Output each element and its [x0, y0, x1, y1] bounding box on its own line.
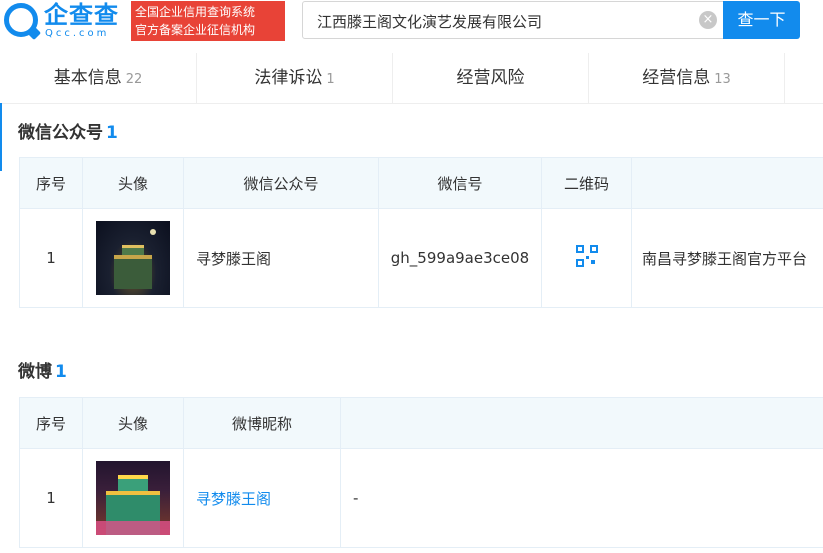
tab-count: 22 — [125, 72, 143, 87]
col-nickname: 微博昵称 — [183, 397, 341, 449]
tab-basic-info[interactable]: 基本信息 22 — [0, 53, 197, 103]
section-indicator — [0, 103, 2, 171]
nav-tabs: 基本信息 22 法律诉讼 1 经营风险 经营信息 13 — [0, 53, 823, 104]
col-avatar: 头像 — [82, 157, 184, 209]
logo-domain: Qcc.com — [45, 28, 110, 39]
weibo-nickname-cell: 寻梦滕王阁 — [183, 448, 341, 548]
wechat-id: gh_599a9ae3ce08 — [378, 208, 542, 308]
tab-label: 法律诉讼 — [254, 68, 323, 88]
tab-business-risk[interactable]: 经营风险 — [393, 53, 589, 103]
table-row: 1 寻梦滕王阁 gh_599a9ae3ce08 南昌寻梦滕王阁官方平台 — [19, 208, 823, 308]
tab-legal[interactable]: 法律诉讼 1 — [197, 53, 393, 103]
account-name: 寻梦滕王阁 — [183, 208, 379, 308]
avatar-cell — [82, 448, 184, 548]
weibo-desc: - — [340, 448, 823, 548]
col-qrcode: 二维码 — [541, 157, 632, 209]
slogan-line-2: 官方备案企业征信机构 — [135, 23, 256, 37]
tab-count: 13 — [714, 72, 731, 87]
avatar — [96, 461, 170, 535]
col-index: 序号 — [19, 157, 83, 209]
table-header-row: 序号 头像 微博昵称 — [19, 397, 823, 449]
wechat-table: 序号 头像 微信公众号 微信号 二维码 1 寻梦滕王阁 gh_599a9ae3c… — [19, 157, 823, 308]
avatar — [96, 221, 170, 295]
logo-text[interactable]: 企查查 — [44, 1, 119, 29]
weibo-title: 微博 — [18, 362, 52, 382]
tab-label: 经营信息 — [642, 68, 711, 88]
wechat-title: 微信公众号 — [18, 123, 103, 143]
wechat-count: 1 — [106, 123, 118, 143]
tab-count: 1 — [326, 72, 335, 87]
table-header-row: 序号 头像 微信公众号 微信号 二维码 — [19, 157, 823, 209]
qcc-logo-icon[interactable] — [4, 3, 38, 37]
top-bar: 企查查 Qcc.com 全国企业信用查询系统 官方备案企业征信机构 江西滕王阁文… — [0, 0, 823, 43]
col-index: 序号 — [19, 397, 83, 449]
col-account: 微信公众号 — [183, 157, 379, 209]
col-wechat-id: 微信号 — [378, 157, 542, 209]
row-index: 1 — [19, 208, 83, 308]
row-index: 1 — [19, 448, 83, 548]
weibo-count: 1 — [55, 362, 67, 382]
search-button[interactable]: 查一下 — [723, 1, 800, 39]
tab-label: 基本信息 — [53, 68, 122, 88]
search-input-value[interactable]: 江西滕王阁文化演艺发展有限公司 — [317, 11, 542, 32]
slogan-badge: 全国企业信用查询系统 官方备案企业征信机构 — [131, 1, 285, 41]
col-desc — [340, 397, 823, 449]
slogan-line-1: 全国企业信用查询系统 — [135, 5, 256, 19]
table-row: 1 寻梦滕王阁 - — [19, 448, 823, 548]
wechat-section-title: 微信公众号 1 — [18, 118, 118, 143]
account-desc: 南昌寻梦滕王阁官方平台 — [631, 208, 823, 308]
avatar-cell — [82, 208, 184, 308]
qrcode-icon[interactable] — [575, 245, 598, 267]
col-desc — [631, 157, 823, 209]
weibo-nickname-link[interactable]: 寻梦滕王阁 — [196, 490, 271, 508]
tab-business-info[interactable]: 经营信息 13 — [589, 53, 785, 103]
clear-icon[interactable]: × — [699, 11, 717, 29]
col-avatar: 头像 — [82, 397, 184, 449]
tab-label: 经营风险 — [456, 68, 525, 88]
weibo-table: 序号 头像 微博昵称 1 寻梦滕王阁 - — [19, 397, 823, 548]
qrcode-cell — [541, 208, 632, 308]
weibo-section-title: 微博 1 — [18, 357, 67, 382]
search-input[interactable]: 江西滕王阁文化演艺发展有限公司 × — [302, 1, 726, 39]
